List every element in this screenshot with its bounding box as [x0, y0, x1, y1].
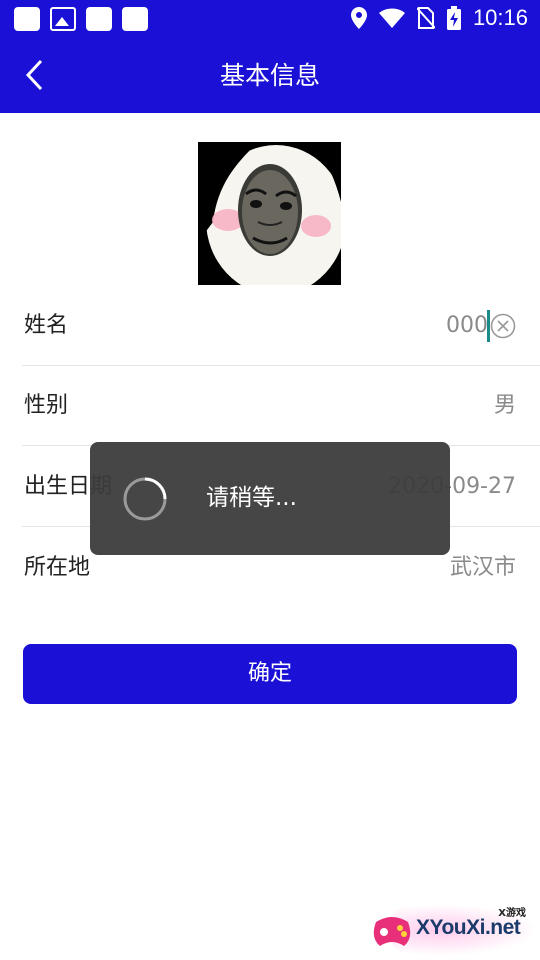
- watermark-text: XYouXi.net: [416, 916, 521, 939]
- confirm-button[interactable]: 确定: [23, 644, 517, 704]
- wifi-icon: [378, 8, 405, 28]
- name-input[interactable]: 000: [446, 286, 488, 366]
- location-value: 武汉市: [449, 555, 516, 580]
- image-icon: [50, 7, 76, 31]
- app-bar: 基本信息: [0, 38, 540, 113]
- status-bar: 10:16: [0, 0, 540, 38]
- gender-value: 男: [493, 393, 516, 418]
- gamepad-icon: [373, 917, 411, 946]
- location-icon: [350, 7, 367, 29]
- gender-row[interactable]: 性别 男: [22, 366, 540, 446]
- notification-icon: [86, 7, 112, 31]
- clear-icon[interactable]: [490, 313, 516, 339]
- loading-toast: 请稍等...: [90, 442, 450, 555]
- location-label: 所在地: [24, 555, 91, 580]
- notification-icon: [122, 7, 148, 31]
- watermark: X游戏 XYouXi.net: [368, 900, 540, 960]
- loading-text: 请稍等...: [206, 485, 297, 511]
- status-time: 10:16: [472, 5, 528, 30]
- notification-icon: [14, 7, 40, 31]
- status-bar-left-icons: [14, 7, 148, 31]
- status-bar-right: 10:16: [350, 5, 528, 31]
- avatar[interactable]: [198, 142, 341, 285]
- battery-charging-icon: [446, 6, 461, 30]
- avatar-image: [198, 142, 341, 285]
- no-sim-icon: [416, 7, 435, 29]
- name-row[interactable]: 姓名 000: [22, 286, 540, 366]
- name-label: 姓名: [24, 313, 69, 338]
- loading-spinner-icon: [123, 477, 167, 521]
- page-title: 基本信息: [219, 61, 320, 90]
- gender-label: 性别: [24, 393, 69, 418]
